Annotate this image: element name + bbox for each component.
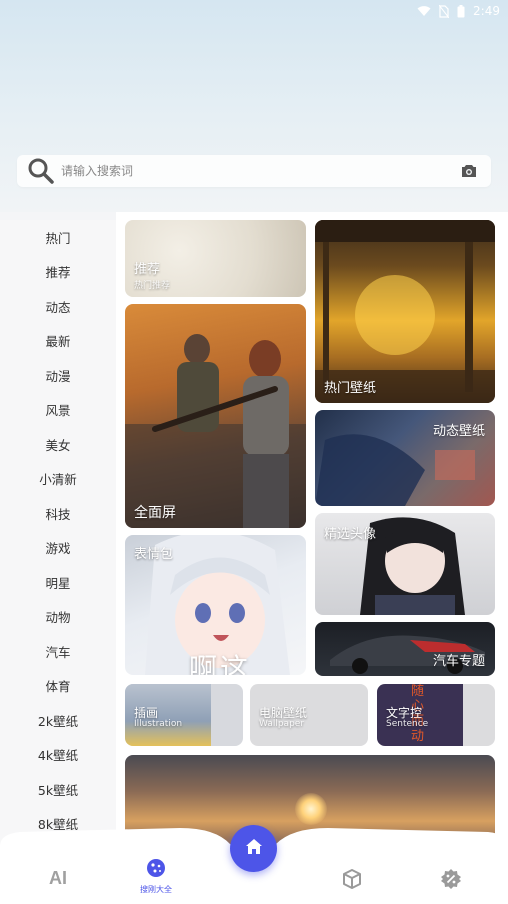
- sidebar-item-games[interactable]: 游戏: [0, 531, 116, 566]
- nav-ai-label: AI: [49, 868, 67, 888]
- sidebar-item-beauty[interactable]: 美女: [0, 427, 116, 462]
- sidebar-item-sports[interactable]: 体育: [0, 669, 116, 704]
- wifi-icon: [417, 5, 431, 17]
- wallpaper-grid: 推荐 热门推荐 全面屏 表情包 啊这 热门壁纸 动态壁纸 精选头像 汽车专题 插…: [116, 212, 508, 875]
- card-emoji-caption: 啊这: [189, 652, 252, 675]
- cube-icon: [341, 868, 363, 894]
- card-avatar[interactable]: 精选头像: [315, 513, 495, 615]
- card-live-wallpaper-title: 动态壁纸: [433, 424, 486, 439]
- battery-icon: [457, 4, 465, 18]
- card-fullscreen[interactable]: 全面屏: [125, 304, 306, 528]
- category-sidebar: 热门 推荐 动态 最新 动漫 风景 美女 小清新 科技 游戏 明星 动物 汽车 …: [0, 220, 116, 860]
- sidebar-item-hot[interactable]: 热门: [0, 220, 116, 255]
- card-avatar-title: 精选头像: [324, 527, 377, 542]
- sidebar-item-anime[interactable]: 动漫: [0, 358, 116, 393]
- search-input[interactable]: [61, 164, 455, 178]
- nav-settings[interactable]: [439, 868, 463, 894]
- nav-cube[interactable]: [340, 868, 364, 894]
- game-characters-art: [125, 334, 306, 528]
- status-time: 2:49: [473, 4, 500, 18]
- sidebar-item-tech[interactable]: 科技: [0, 496, 116, 531]
- search-bar[interactable]: [17, 155, 491, 187]
- card-emoji[interactable]: 表情包 啊这: [125, 535, 306, 675]
- sidebar-item-2k[interactable]: 2k壁纸: [0, 703, 116, 738]
- card-hot-wallpaper-title: 热门壁纸: [324, 381, 377, 396]
- nav-ai[interactable]: AI: [38, 868, 78, 889]
- porch-scene-art: [315, 220, 495, 403]
- sidebar-item-5k[interactable]: 5k壁纸: [0, 772, 116, 807]
- card-illustration[interactable]: 插画 Illustration: [125, 684, 243, 746]
- card-live-wallpaper[interactable]: 动态壁纸: [315, 410, 495, 506]
- sidebar-item-dynamic[interactable]: 动态: [0, 289, 116, 324]
- status-bar: 2:49: [417, 0, 508, 22]
- cookie-icon: [146, 858, 166, 882]
- sidebar-item-stars[interactable]: 明星: [0, 565, 116, 600]
- sidebar-item-cars[interactable]: 汽车: [0, 634, 116, 669]
- card-fullscreen-title: 全面屏: [134, 505, 176, 521]
- card-car-title: 汽车专题: [433, 654, 486, 669]
- nav-wallpapers[interactable]: 搜刚大全: [130, 858, 182, 895]
- home-icon: [244, 837, 264, 861]
- card-text-control[interactable]: 随心而动 文字控 Sentence: [377, 684, 495, 746]
- search-icon[interactable]: [25, 155, 57, 187]
- card-pc-wallpaper-sub: Wallpaper: [259, 719, 305, 729]
- home-button[interactable]: [230, 825, 277, 872]
- card-car[interactable]: 汽车专题: [315, 622, 495, 676]
- card-emoji-title: 表情包: [134, 547, 174, 562]
- card-text-control-sub: Sentence: [386, 719, 429, 729]
- settings-badge-icon: [440, 868, 462, 894]
- sidebar-item-fresh[interactable]: 小清新: [0, 462, 116, 497]
- no-sim-icon: [439, 4, 450, 18]
- card-hot-wallpaper[interactable]: 热门壁纸: [315, 220, 495, 403]
- card-pc-wallpaper[interactable]: 电脑壁纸 Wallpaper: [250, 684, 368, 746]
- nav-wallpapers-label: 搜刚大全: [140, 885, 172, 894]
- card-recommend[interactable]: 推荐 热门推荐: [125, 220, 306, 297]
- card-recommend-sub: 热门推荐: [134, 281, 171, 291]
- camera-icon[interactable]: [455, 157, 483, 185]
- card-recommend-title: 推荐: [134, 262, 161, 277]
- sun-glow: [295, 793, 327, 825]
- sidebar-item-recommend[interactable]: 推荐: [0, 255, 116, 290]
- sidebar-item-latest[interactable]: 最新: [0, 324, 116, 359]
- sidebar-item-4k[interactable]: 4k壁纸: [0, 738, 116, 773]
- sidebar-item-scenery[interactable]: 风景: [0, 393, 116, 428]
- sidebar-item-animals[interactable]: 动物: [0, 600, 116, 635]
- card-illustration-sub: Illustration: [134, 719, 183, 729]
